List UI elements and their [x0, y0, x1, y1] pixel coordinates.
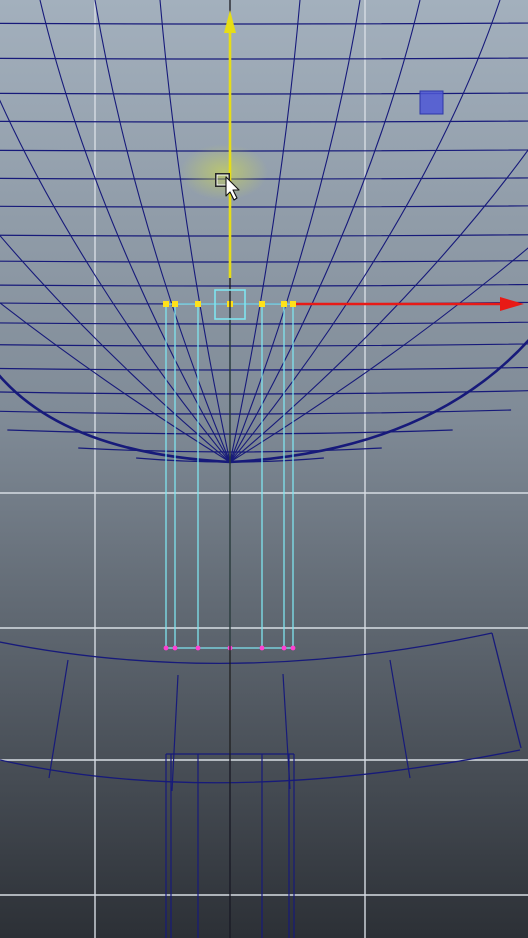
selected-vertex	[281, 301, 287, 307]
selected-vertex	[195, 301, 201, 307]
cylinder-bottom-vertex	[163, 645, 169, 651]
selected-vertex	[290, 301, 296, 307]
viewport-3d[interactable]	[0, 0, 528, 938]
selected-vertex	[259, 301, 265, 307]
selected-vertex	[163, 301, 169, 307]
cylinder-bottom-vertex	[290, 645, 296, 651]
component-marker-icon[interactable]	[419, 90, 444, 115]
cylinder-bottom-vertex	[259, 645, 265, 651]
handle-highlight-glow	[180, 144, 268, 200]
viewport-canvas[interactable]	[0, 0, 528, 938]
cylinder-bottom-vertex	[281, 645, 287, 651]
cylinder-bottom-vertex	[195, 645, 201, 651]
cylinder-bottom-vertex	[172, 645, 178, 651]
selected-vertex	[172, 301, 178, 307]
viewport-background	[0, 0, 528, 938]
